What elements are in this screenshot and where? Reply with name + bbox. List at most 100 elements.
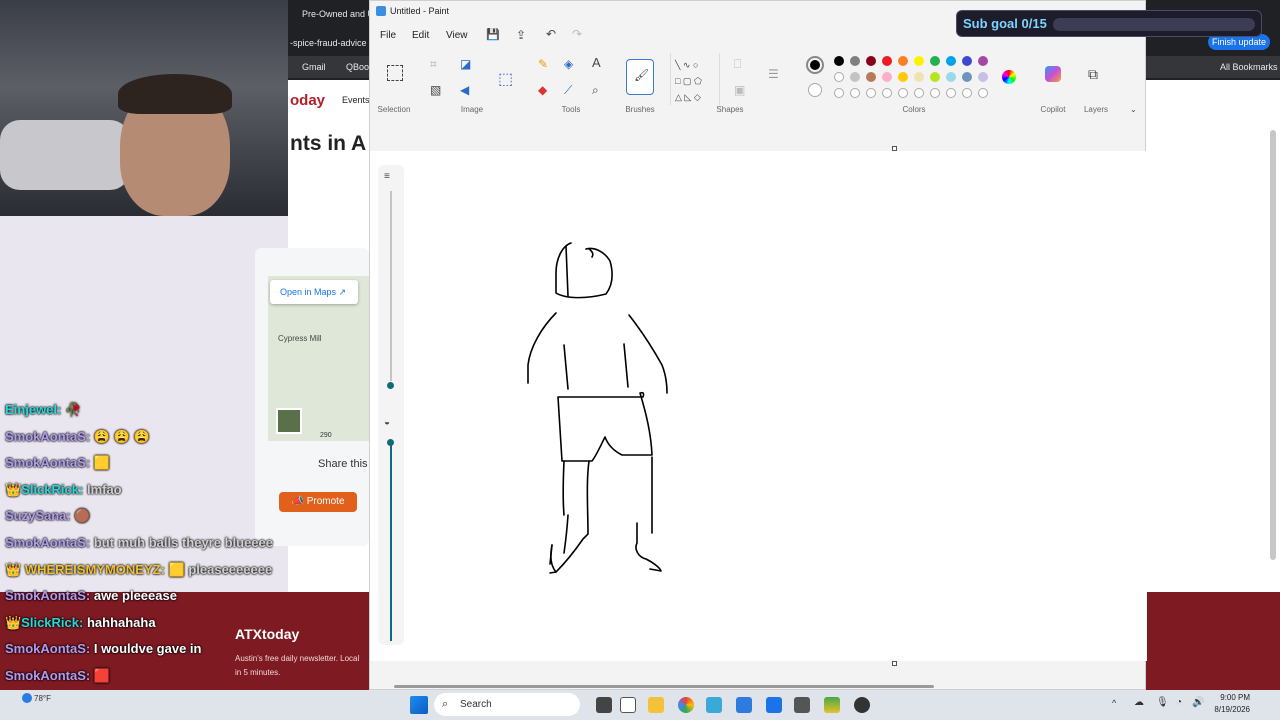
- size-slider-track[interactable]: [390, 191, 392, 381]
- outline-icon[interactable]: ⎕: [734, 57, 741, 72]
- browser-address[interactable]: -spice-fraud-advice: [290, 38, 367, 48]
- stroke-size-icon[interactable]: ☰: [768, 67, 779, 81]
- layers-icon[interactable]: ⧉: [1088, 66, 1098, 83]
- site-nav-events[interactable]: Events: [342, 95, 370, 105]
- shapes-gallery[interactable]: ╲ ∿ ○ □ ▢ ⬠ △ ◺ ◇: [670, 53, 720, 105]
- opacity-slider-track[interactable]: [390, 441, 392, 641]
- taskbar-search-box[interactable]: ⌕ Search: [434, 693, 580, 716]
- chat-username: SmokAontaS:: [5, 535, 94, 550]
- file-explorer-icon[interactable]: [648, 697, 664, 713]
- shape-fill-icon[interactable]: ▣: [734, 83, 745, 97]
- open-in-maps-button[interactable]: Open in Maps ↗: [270, 280, 358, 304]
- palette-swatch[interactable]: [850, 56, 860, 66]
- rotate-icon[interactable]: ◀: [460, 83, 469, 97]
- palette-empty-swatch[interactable]: [898, 88, 908, 98]
- palette-empty-swatch[interactable]: [914, 88, 924, 98]
- canvas-horizontal-scrollbar[interactable]: [394, 685, 934, 688]
- crop-icon[interactable]: ⌗: [430, 57, 437, 72]
- calculator-icon[interactable]: [794, 697, 810, 713]
- palette-swatch[interactable]: [978, 72, 988, 82]
- save-icon[interactable]: 💾: [486, 28, 500, 41]
- palette-swatch[interactable]: [882, 56, 892, 66]
- palette-swatch[interactable]: [866, 56, 876, 66]
- copilot-icon[interactable]: [1045, 66, 1061, 82]
- palette-empty-swatch[interactable]: [834, 88, 844, 98]
- browser-scrollbar[interactable]: [1270, 130, 1276, 560]
- pencil-icon[interactable]: ✎: [538, 57, 548, 71]
- drawing-canvas[interactable]: [370, 151, 1147, 661]
- undo-icon[interactable]: ↶: [546, 27, 556, 41]
- bookmark-gmail[interactable]: Gmail: [302, 62, 326, 72]
- palette-swatch[interactable]: [898, 72, 908, 82]
- edit-colors-icon[interactable]: [1002, 70, 1016, 84]
- chrome-icon[interactable]: [678, 697, 694, 713]
- menu-view[interactable]: View: [446, 30, 468, 41]
- calendar-icon[interactable]: [736, 697, 752, 713]
- mic-icon[interactable]: 🎙: [1156, 697, 1169, 708]
- palette-swatch[interactable]: [930, 72, 940, 82]
- palette-empty-swatch[interactable]: [882, 88, 892, 98]
- menu-file[interactable]: File: [380, 30, 396, 41]
- bookmark-all[interactable]: All Bookmarks: [1220, 62, 1278, 72]
- palette-swatch[interactable]: [978, 56, 988, 66]
- resize-icon[interactable]: ◪: [460, 57, 471, 71]
- volume-icon[interactable]: 🔊: [1192, 697, 1204, 708]
- site-logo[interactable]: oday: [290, 92, 325, 109]
- color2-selector[interactable]: [808, 83, 822, 97]
- palette-empty-swatch[interactable]: [978, 88, 988, 98]
- color1-selector[interactable]: [806, 56, 824, 74]
- canvas-resize-handle-bottom[interactable]: [892, 661, 897, 666]
- app-icon[interactable]: [766, 697, 782, 713]
- palette-empty-swatch[interactable]: [946, 88, 956, 98]
- tray-chevron-icon[interactable]: ^: [1112, 698, 1116, 708]
- magnifier-icon[interactable]: ⌕: [592, 83, 599, 98]
- clock-date[interactable]: 8/19/2026: [1208, 705, 1250, 714]
- size-slider-thumb[interactable]: [387, 382, 394, 389]
- network-icon[interactable]: ☁: [1134, 697, 1144, 708]
- palette-swatch[interactable]: [930, 56, 940, 66]
- palette-swatch[interactable]: [914, 56, 924, 66]
- opacity-slider-thumb[interactable]: [387, 439, 394, 446]
- share-icon[interactable]: ⇪: [516, 28, 526, 42]
- palette-empty-swatch[interactable]: [850, 88, 860, 98]
- image-creator-icon[interactable]: ⬚: [498, 69, 513, 89]
- clock-time[interactable]: 9:00 PM: [1208, 693, 1250, 702]
- palette-swatch[interactable]: [898, 56, 908, 66]
- palette-swatch[interactable]: [882, 72, 892, 82]
- brushes-button[interactable]: 🖌: [626, 59, 654, 95]
- fill-icon[interactable]: ◈: [564, 57, 573, 71]
- palette-swatch[interactable]: [946, 56, 956, 66]
- palette-swatch[interactable]: [962, 56, 972, 66]
- weather-icon[interactable]: [22, 693, 32, 703]
- menu-edit[interactable]: Edit: [412, 30, 429, 41]
- selection-rect-icon[interactable]: [387, 65, 403, 81]
- shapes-icons[interactable]: ╲ ∿ ○ □ ▢ ⬠ △ ◺ ◇: [675, 57, 702, 105]
- color-picker-icon[interactable]: ⟋: [564, 83, 572, 98]
- redo-icon[interactable]: ↷: [572, 27, 582, 41]
- text-icon[interactable]: A: [592, 55, 601, 70]
- palette-swatch[interactable]: [914, 72, 924, 82]
- task-view-icon[interactable]: [596, 697, 612, 713]
- palette-empty-swatch[interactable]: [866, 88, 876, 98]
- ribbon-expand-icon[interactable]: ⌄: [1130, 105, 1137, 114]
- wifi-icon[interactable]: ◔: [1176, 697, 1182, 708]
- palette-empty-swatch[interactable]: [962, 88, 972, 98]
- palette-empty-swatch[interactable]: [930, 88, 940, 98]
- browser-tab[interactable]: Pre-Owned and Us: [302, 9, 379, 19]
- palette-swatch[interactable]: [834, 72, 844, 82]
- canvas-resize-handle-top[interactable]: [892, 146, 897, 151]
- palette-swatch[interactable]: [962, 72, 972, 82]
- notepad-icon[interactable]: [620, 697, 636, 713]
- obs-icon[interactable]: [824, 697, 840, 713]
- palette-swatch[interactable]: [850, 72, 860, 82]
- start-icon[interactable]: [410, 696, 428, 714]
- remove-background-icon[interactable]: ▧: [430, 83, 441, 97]
- paint-taskbar-icon[interactable]: [706, 697, 722, 713]
- palette-swatch[interactable]: [834, 56, 844, 66]
- group-layers: Layers: [1083, 105, 1108, 114]
- palette-swatch[interactable]: [946, 72, 956, 82]
- eraser-icon[interactable]: ◆: [538, 83, 547, 97]
- bookmark-qbo[interactable]: QBoo: [346, 62, 369, 72]
- github-icon[interactable]: [854, 697, 870, 713]
- palette-swatch[interactable]: [866, 72, 876, 82]
